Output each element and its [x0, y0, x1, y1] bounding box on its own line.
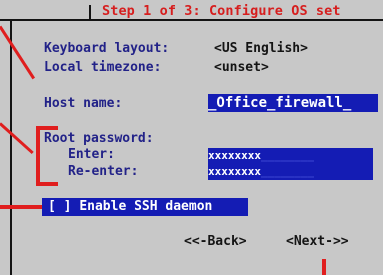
- password-enter-label: Enter:: [68, 147, 115, 162]
- password-reenter-input[interactable]: xxxxxxxx________: [208, 164, 373, 180]
- title-divider: [89, 5, 91, 21]
- annotation-arrow-host-name: [0, 25, 36, 80]
- ssh-daemon-label: Enable SSH daemon: [79, 199, 213, 214]
- annotation-line-next: [322, 259, 326, 275]
- host-name-input[interactable]: _Office_firewall_: [208, 94, 378, 112]
- keyboard-layout-value[interactable]: <US English>: [214, 41, 308, 56]
- host-name-label: Host name:: [44, 96, 123, 111]
- installer-screen: Step 1 of 3: Configure OS set Keyboard l…: [0, 0, 383, 275]
- screen-title: Step 1 of 3: Configure OS set: [102, 3, 341, 19]
- password-enter-input[interactable]: xxxxxxxx________: [208, 148, 373, 164]
- checkbox-box: [ ]: [48, 199, 72, 214]
- back-button[interactable]: <<-Back>: [184, 234, 247, 249]
- annotation-bracket-top: [36, 126, 58, 130]
- annotation-bracket-bottom: [36, 182, 58, 186]
- frame-left-border: [10, 19, 12, 275]
- password-enter-mask: xxxxxxxx: [208, 149, 261, 162]
- password-reenter-label: Re-enter:: [68, 164, 139, 179]
- local-timezone-value[interactable]: <unset>: [214, 60, 269, 75]
- local-timezone-label: Local timezone:: [44, 60, 162, 75]
- password-reenter-blank: ________: [260, 165, 314, 178]
- root-password-label: Root password:: [44, 131, 154, 146]
- ssh-daemon-checkbox[interactable]: [ ] Enable SSH daemon: [42, 198, 248, 216]
- keyboard-layout-label: Keyboard layout:: [44, 41, 170, 56]
- password-enter-blank: ________: [260, 149, 314, 162]
- password-reenter-mask: xxxxxxxx: [208, 165, 261, 178]
- annotation-bracket-left: [36, 126, 40, 186]
- annotation-line-ssh: [0, 205, 42, 209]
- frame-top-border: [0, 19, 383, 21]
- next-button[interactable]: <Next->>: [286, 234, 349, 249]
- annotation-arrow-password: [0, 122, 34, 155]
